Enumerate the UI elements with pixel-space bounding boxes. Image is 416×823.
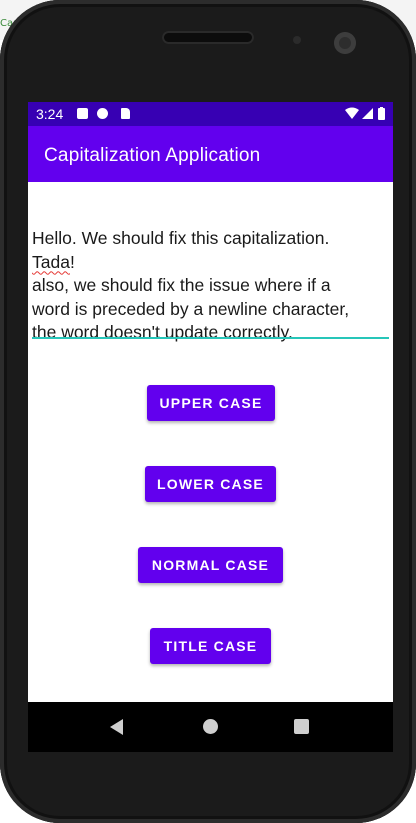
home-icon[interactable] — [203, 719, 218, 734]
app-bar: Capitalization Application — [28, 126, 393, 182]
text-input-underline — [32, 337, 389, 339]
wifi-icon — [345, 107, 359, 119]
upper-case-button[interactable]: UPPER CASE — [147, 385, 275, 421]
signal-icon — [362, 108, 373, 119]
status-bar: 3:24 — [28, 102, 393, 126]
back-icon[interactable] — [110, 719, 123, 735]
battery-icon — [378, 108, 385, 120]
editor-line-5: the word doesn't update correctly. — [32, 322, 293, 342]
editor-line-3: also, we should fix the issue where if a — [32, 275, 331, 295]
status-right-icons — [345, 107, 387, 121]
front-camera-icon — [334, 32, 356, 54]
notification-a-icon — [77, 108, 88, 119]
editor-line-2: Tada! — [32, 251, 389, 275]
editor-line-4: word is preceded by a newline character, — [32, 298, 350, 319]
earpiece-speaker — [162, 31, 254, 44]
sd-card-icon — [121, 108, 130, 119]
normal-case-button[interactable]: NORMAL CASE — [138, 547, 283, 583]
lower-case-button[interactable]: LOWER CASE — [145, 466, 276, 502]
proximity-sensor — [293, 36, 301, 44]
misspelled-word[interactable]: Tada — [32, 252, 70, 272]
editor-line-1: Hello. We should fix this capitalization… — [32, 228, 330, 248]
editor-line-2-rest: ! — [69, 251, 75, 272]
recents-icon[interactable] — [294, 719, 309, 734]
navigation-bar — [28, 702, 393, 752]
device-frame: 3:24 Capitalization Application Hello. W… — [0, 0, 416, 823]
text-input-field[interactable]: Hello. We should fix this capitalization… — [32, 227, 389, 345]
app-title: Capitalization Application — [44, 145, 261, 166]
status-time: 3:24 — [36, 106, 64, 122]
title-case-button[interactable]: TITLE CASE — [150, 628, 271, 664]
device-screen: 3:24 Capitalization Application Hello. W… — [28, 102, 393, 752]
notification-p-icon — [97, 108, 108, 119]
